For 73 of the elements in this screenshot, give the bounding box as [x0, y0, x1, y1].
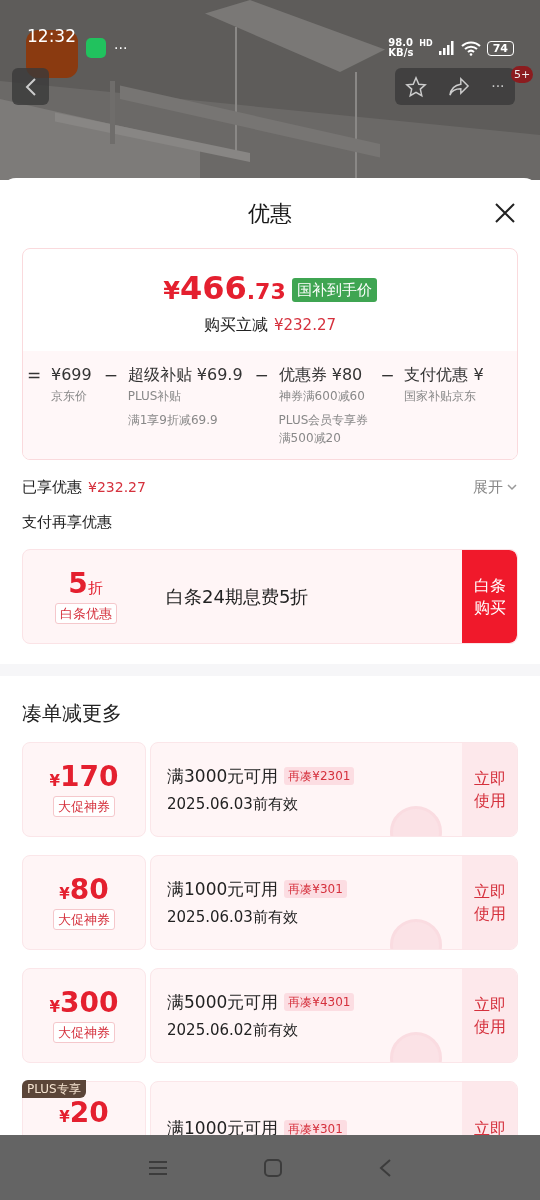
speed-unit: KB/s — [388, 48, 414, 58]
network-type: HD — [419, 38, 433, 50]
use-now-button[interactable]: 立即 使用 — [462, 856, 517, 949]
remaining-amount: 再凑¥2301 — [284, 767, 355, 786]
use-now-button[interactable]: 立即 — [462, 1082, 517, 1135]
breakdown-note: PLUS补贴 — [127, 388, 183, 405]
section-title: 支付再享优惠 — [22, 511, 113, 533]
coupon-amount: 170 — [60, 762, 119, 792]
coupon-condition: 满1000元可用 — [167, 877, 279, 901]
network-speed: 98.0 — [388, 38, 414, 48]
breakdown-note: 国家补贴京东 — [404, 388, 478, 405]
operator-sign: − — [254, 364, 267, 387]
coupon-currency: ¥ — [49, 772, 60, 792]
operator-sign: = — [27, 364, 39, 387]
enjoyed-label: 已享优惠 — [22, 477, 82, 498]
more-button[interactable]: ··· — [491, 76, 505, 97]
breakdown-note: 京东价 — [51, 388, 88, 405]
coupon-tag: 大促神券 — [53, 795, 115, 817]
coupon-currency: ¥ — [59, 885, 70, 905]
remaining-amount: 再凑¥301 — [284, 1119, 347, 1135]
subsidy-tag: 国补到手价 — [291, 277, 377, 303]
sheet-title: 优惠 — [248, 199, 292, 228]
saving-value: ¥232.27 — [274, 315, 336, 336]
share-icon[interactable] — [448, 76, 471, 97]
breakdown-note: 神券满600减60 — [278, 388, 366, 405]
buy-button[interactable]: 白条 购买 — [462, 550, 517, 643]
coupon-expiry: 2025.06.03前有效 — [167, 907, 299, 928]
breakdown-note: 满500减20 — [278, 430, 342, 447]
coupon-amount: 20 — [69, 1098, 109, 1128]
chat-app-icon — [86, 38, 106, 58]
close-icon[interactable] — [494, 202, 516, 224]
clock-time: 12:32 — [27, 25, 76, 48]
use-now-button[interactable]: 立即 使用 — [462, 969, 517, 1062]
operator-sign: − — [380, 364, 393, 387]
coupon-condition: 满3000元可用 — [167, 764, 279, 788]
discount-unit: 折 — [87, 579, 103, 599]
discount-value: 5 — [68, 569, 88, 599]
coupon-condition: 满5000元可用 — [167, 990, 279, 1014]
signal-icon — [438, 41, 455, 55]
remaining-amount: 再凑¥301 — [284, 880, 347, 899]
coupon-expiry: 2025.06.02前有效 — [167, 1020, 299, 1041]
breakdown-amount: 优惠券 ¥80 — [278, 364, 364, 386]
back-icon — [24, 77, 37, 96]
coupon-expiry: 2025.06.03前有效 — [167, 794, 299, 815]
coupon-currency: ¥ — [59, 1108, 70, 1128]
coupon-tag: 大促神券 — [53, 908, 115, 930]
breakdown-note: PLUS会员专享券 — [278, 412, 369, 429]
more-notifications: ··· — [114, 38, 128, 58]
plus-badge: PLUS专享 — [22, 1080, 86, 1098]
coupon-amount: 300 — [60, 988, 119, 1018]
enjoyed-value: ¥232.27 — [88, 478, 146, 497]
back-button[interactable] — [12, 68, 49, 105]
section-title: 凑单减更多 — [22, 700, 123, 727]
coupon-amount: 80 — [69, 875, 109, 905]
price-currency: ¥ — [163, 277, 180, 307]
breakdown-amount: ¥699 — [51, 364, 92, 386]
star-icon[interactable] — [405, 75, 428, 98]
battery-indicator: 74 — [486, 40, 514, 56]
discount-tag: 白条优惠 — [54, 602, 117, 624]
offer-description: 白条24期息费5折 — [166, 585, 309, 609]
price-decimal: .73 — [246, 278, 286, 306]
wifi-icon — [460, 40, 481, 56]
remaining-amount: 再凑¥4301 — [284, 993, 355, 1012]
breakdown-amount: 超级补贴 ¥69.9 — [127, 364, 243, 386]
breakdown-amount: 支付优惠 ¥ — [404, 364, 484, 386]
operator-sign: − — [103, 364, 116, 387]
breakdown-note: 满1享9折减69.9 — [127, 412, 219, 429]
coupon-currency: ¥ — [49, 998, 60, 1018]
saving-label: 购买立减 — [204, 314, 268, 336]
expand-toggle[interactable]: 展开 — [473, 476, 518, 499]
use-now-button[interactable]: 立即 使用 — [462, 743, 517, 836]
price-integer: 466 — [179, 271, 247, 305]
coupon-tag: 大促神券 — [53, 1021, 115, 1043]
